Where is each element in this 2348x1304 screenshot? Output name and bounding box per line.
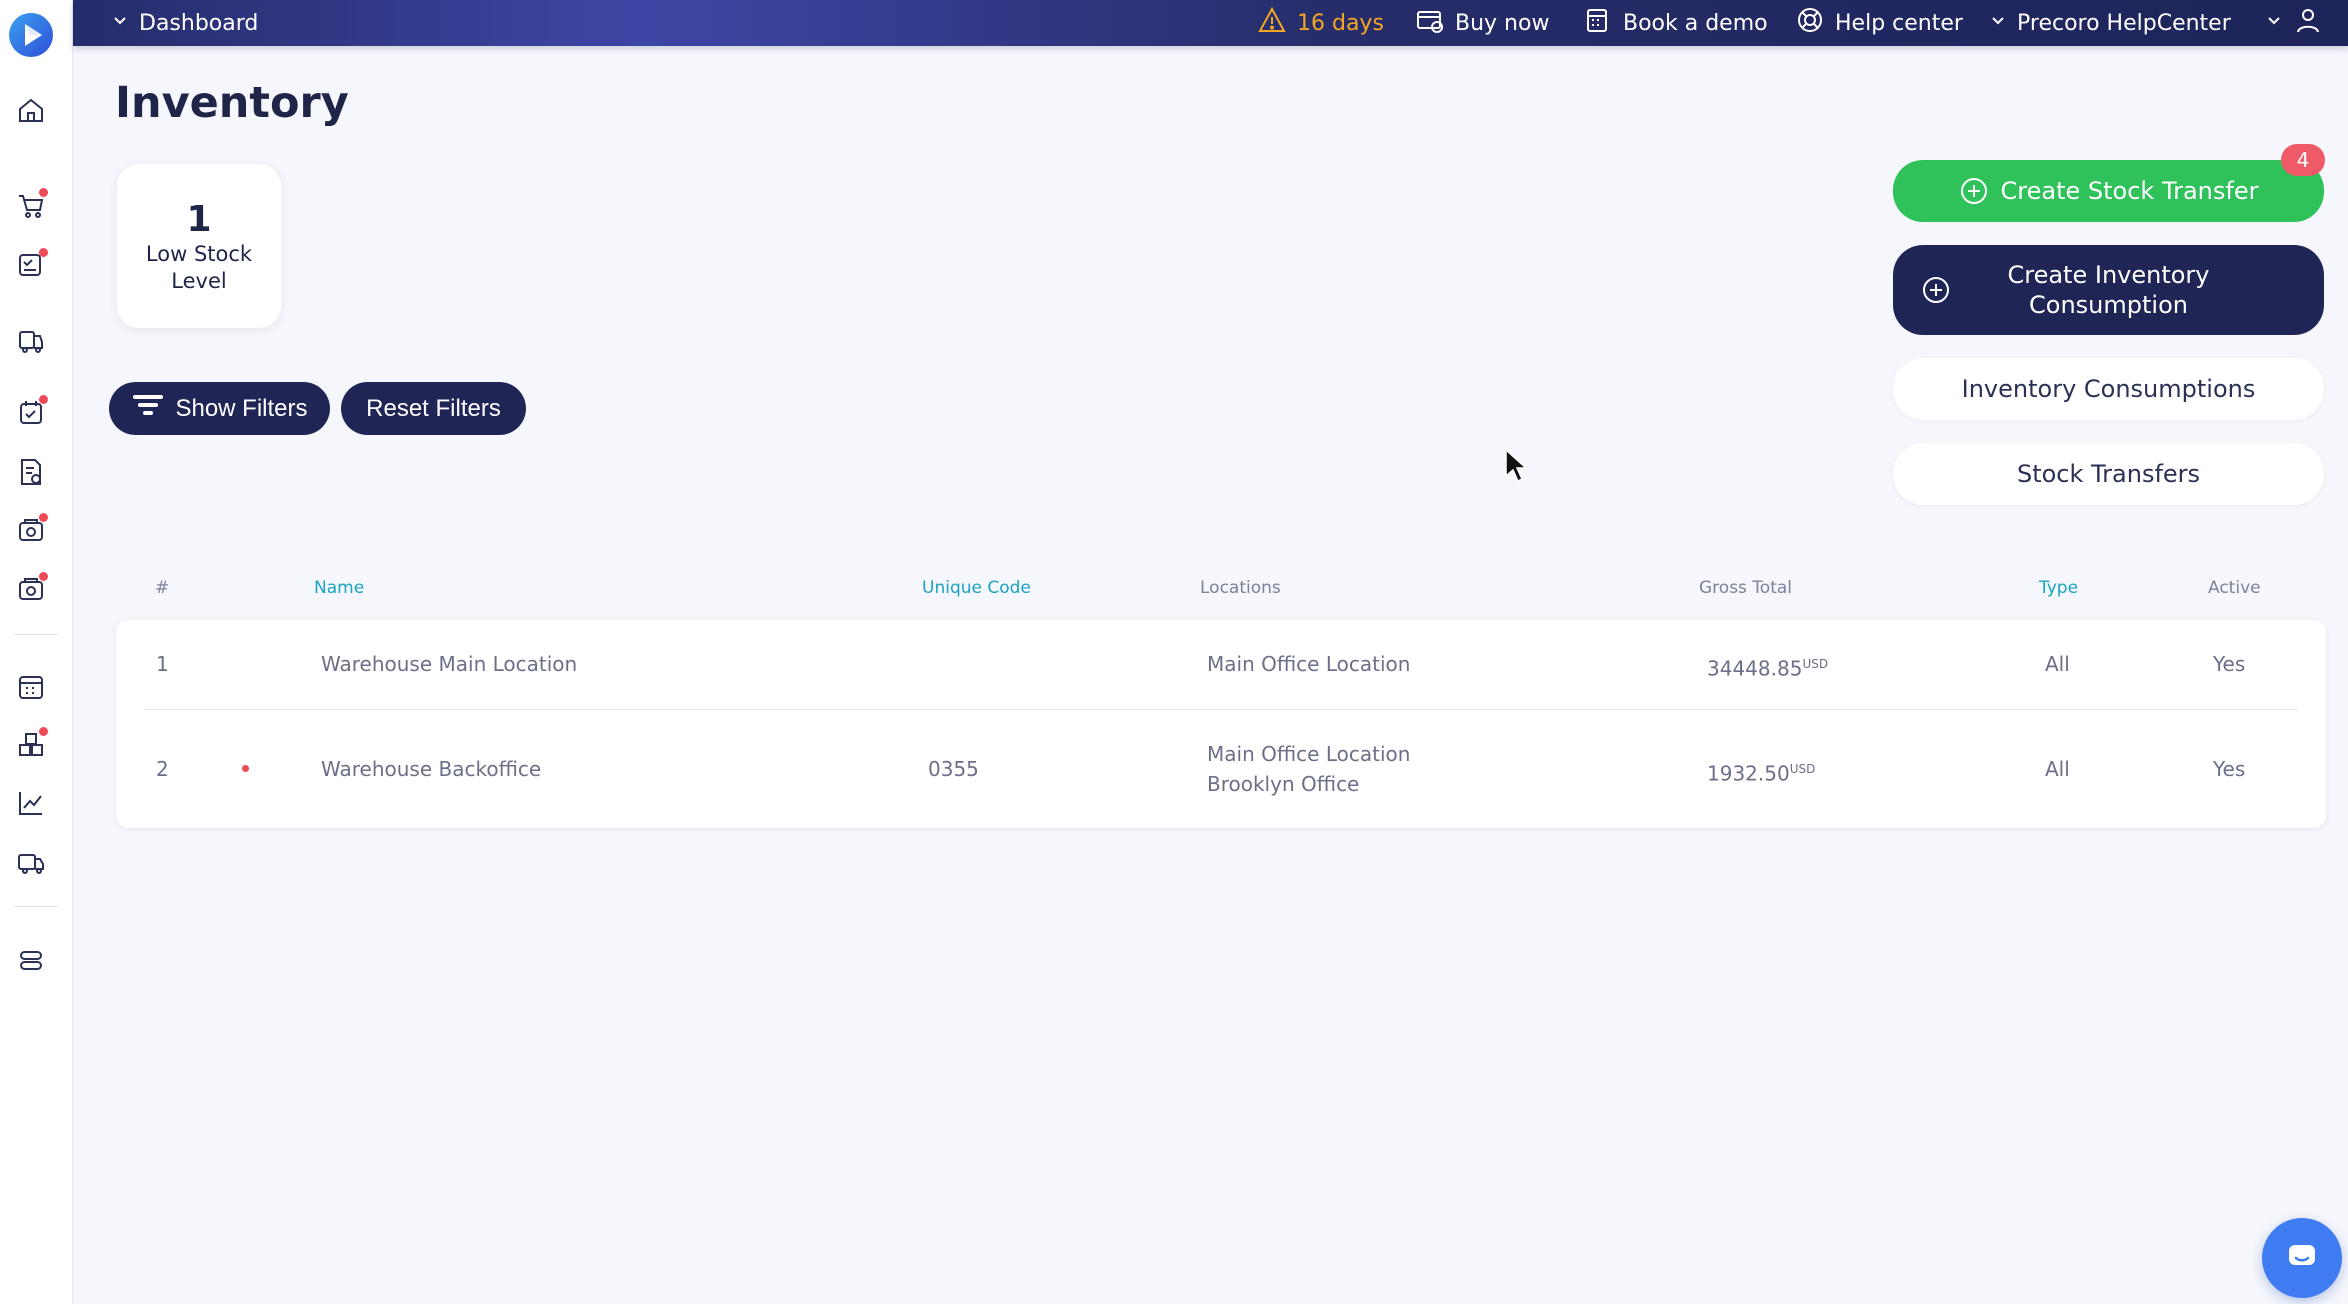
inventory-icon[interactable]	[14, 727, 48, 761]
row-location: Main Office Location	[1207, 652, 1411, 676]
low-stock-label: Low Stock Level	[145, 242, 253, 293]
row-location: Main Office Location	[1207, 742, 1411, 766]
row-type: All	[2045, 757, 2070, 781]
currency-label: USD	[1802, 657, 1829, 671]
notification-dot	[39, 572, 48, 581]
precoro-logo[interactable]	[8, 12, 54, 58]
filter-icon	[131, 390, 165, 427]
payments-icon[interactable]	[14, 572, 48, 606]
notification-dot	[39, 248, 48, 257]
create-stock-transfer-button[interactable]: Create Stock Transfer 4	[1893, 144, 2325, 222]
gross-total-value: 34448.85	[1707, 656, 1803, 681]
chat-icon	[2285, 1239, 2319, 1277]
orders-icon[interactable]	[14, 395, 48, 429]
trial-days-indicator[interactable]: 16 days	[1257, 0, 1384, 46]
low-stock-count: 1	[186, 199, 212, 241]
account-name: Precoro HelpCenter	[2017, 10, 2231, 36]
notification-dot	[39, 513, 48, 522]
card-icon	[1415, 5, 1445, 41]
approvals-icon[interactable]	[14, 248, 48, 282]
book-demo-link[interactable]: Book a demo	[1583, 0, 1768, 46]
purchase-requests-icon[interactable]	[14, 188, 48, 222]
plus-circle-icon	[1959, 176, 1989, 206]
notification-badge: 4	[2281, 144, 2325, 176]
stock-transfers-label: Stock Transfers	[2016, 460, 2201, 488]
row-divider	[144, 709, 2298, 710]
row-active: Yes	[2213, 757, 2246, 781]
sidebar	[0, 0, 73, 1304]
plus-circle-icon	[1921, 275, 1951, 305]
mouse-cursor-icon	[1504, 448, 1528, 484]
lifebuoy-icon	[1795, 5, 1825, 41]
row-location: Brooklyn Office	[1207, 772, 1360, 796]
dashboard-menu[interactable]: Dashboard	[111, 0, 258, 46]
row-active: Yes	[2213, 652, 2246, 676]
top-bar: Dashboard 16 days Buy now Book a demo He…	[73, 0, 2348, 46]
column-header-gross-total: Gross Total	[1699, 578, 1793, 598]
book-demo-label: Book a demo	[1623, 10, 1768, 36]
dashboard-label: Dashboard	[139, 10, 259, 36]
chevron-down-icon	[1989, 11, 2007, 36]
suppliers-icon[interactable]	[14, 322, 48, 356]
column-header-unique-code[interactable]: Unique Code	[922, 578, 1031, 598]
delivery-icon[interactable]	[14, 845, 48, 879]
inventory-consumptions-button[interactable]: Inventory Consumptions	[1893, 358, 2324, 420]
row-number: 2	[156, 757, 169, 781]
home-icon[interactable]	[14, 93, 48, 127]
notification-dot	[39, 188, 48, 197]
column-header-type[interactable]: Type	[2039, 578, 2078, 598]
create-inventory-consumption-button[interactable]: Create Inventory Consumption	[1893, 245, 2324, 335]
account-switcher[interactable]: Precoro HelpCenter	[1989, 0, 2231, 46]
chevron-down-icon	[2265, 11, 2283, 36]
inventory-consumptions-label: Inventory Consumptions	[1961, 375, 2256, 403]
buy-now-label: Buy now	[1455, 10, 1550, 36]
low-stock-stat-card[interactable]: 1 Low Stock Level	[117, 164, 281, 328]
notification-dot	[39, 395, 48, 404]
show-filters-label: Show Filters	[175, 394, 308, 422]
row-name[interactable]: Warehouse Backoffice	[321, 754, 541, 784]
help-center-link[interactable]: Help center	[1795, 0, 1963, 46]
receipts-icon[interactable]	[14, 513, 48, 547]
row-gross-total: 1932.50USD	[1707, 754, 1815, 789]
settings-stack-icon[interactable]	[14, 943, 48, 977]
row-type: All	[2045, 652, 2070, 676]
chevron-down-icon	[111, 11, 129, 36]
sidebar-divider	[14, 906, 58, 907]
trial-days-label: 16 days	[1297, 10, 1384, 36]
gross-total-value: 1932.50	[1707, 761, 1790, 786]
budgets-icon[interactable]	[14, 670, 48, 704]
currency-label: USD	[1789, 762, 1816, 776]
column-header-locations: Locations	[1200, 578, 1281, 598]
column-header-number: #	[155, 578, 170, 598]
low-stock-dot	[242, 765, 249, 772]
column-header-name[interactable]: Name	[314, 578, 364, 598]
reset-filters-button[interactable]: Reset Filters	[341, 382, 526, 435]
row-gross-total: 34448.85USD	[1707, 649, 1828, 684]
row-unique-code: 0355	[928, 757, 979, 781]
warning-icon	[1257, 5, 1287, 41]
analytics-icon[interactable]	[14, 786, 48, 820]
row-name[interactable]: Warehouse Main Location	[321, 649, 577, 679]
column-header-active: Active	[2208, 578, 2261, 598]
reset-filters-label: Reset Filters	[366, 394, 501, 422]
show-filters-button[interactable]: Show Filters	[109, 382, 330, 435]
help-center-label: Help center	[1835, 10, 1963, 36]
user-menu[interactable]	[2265, 0, 2323, 46]
row-number: 1	[156, 652, 169, 676]
invoices-icon[interactable]	[14, 455, 48, 489]
sidebar-divider	[14, 634, 58, 635]
page-title: Inventory	[115, 78, 349, 128]
user-icon	[2293, 5, 2323, 41]
calendar-icon	[1583, 5, 1613, 41]
create-stock-transfer-label: Create Stock Transfer	[2000, 177, 2259, 205]
notification-dot	[39, 727, 48, 736]
buy-now-link[interactable]: Buy now	[1415, 0, 1549, 46]
stock-transfers-button[interactable]: Stock Transfers	[1893, 443, 2324, 505]
create-inventory-consumption-label: Create Inventory Consumption	[2007, 261, 2210, 319]
chat-widget-button[interactable]	[2262, 1218, 2342, 1298]
inventory-table: 1 Warehouse Main Location Main Office Lo…	[116, 620, 2326, 828]
